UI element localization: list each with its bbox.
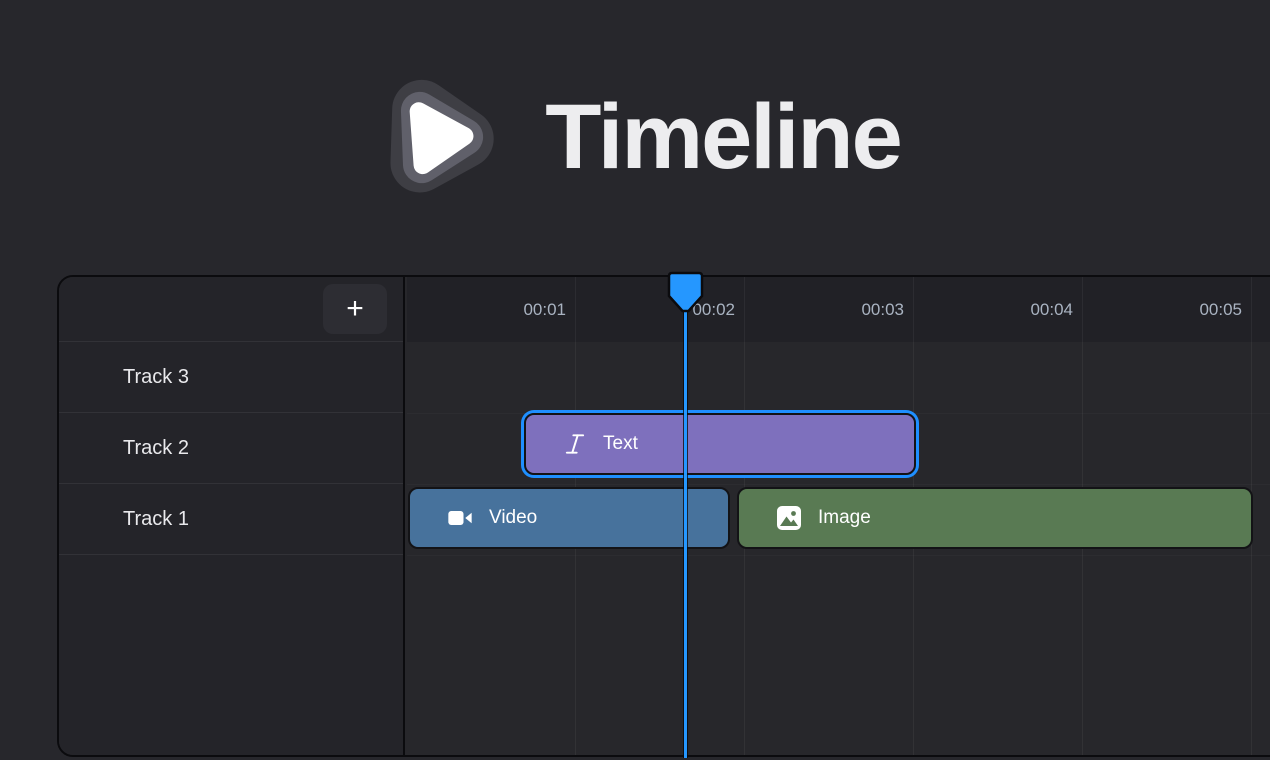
app-header: Timeline bbox=[0, 62, 1270, 212]
track-label: Track 2 bbox=[123, 437, 189, 460]
track-list: + Track 3 Track 2 Track 1 bbox=[59, 277, 405, 755]
track-row-3[interactable]: Track 3 bbox=[59, 342, 403, 413]
lane-divider bbox=[407, 484, 1270, 485]
timeline-track-area[interactable]: 00:01 00:02 00:03 00:04 00:05 Text bbox=[407, 277, 1270, 755]
add-track-button[interactable]: + bbox=[323, 284, 387, 334]
track-row-2[interactable]: Track 2 bbox=[59, 413, 403, 484]
timeline-panel: 00:01 00:02 00:03 00:04 00:05 Text bbox=[57, 275, 1270, 757]
clip-image[interactable]: Image bbox=[737, 487, 1253, 549]
ruler-tick-label: 00:02 bbox=[576, 277, 745, 342]
play-logo-icon bbox=[369, 66, 511, 208]
track-row-1[interactable]: Track 1 bbox=[59, 484, 403, 555]
clip-label: Image bbox=[818, 507, 871, 529]
clip-video[interactable]: Video bbox=[408, 487, 730, 549]
ruler-tick-label: 00:04 bbox=[914, 277, 1083, 342]
clip-label: Video bbox=[489, 507, 537, 529]
lane-divider bbox=[407, 555, 1270, 556]
track-list-header: + bbox=[59, 277, 403, 342]
text-italic-icon bbox=[562, 431, 588, 457]
time-ruler[interactable]: 00:01 00:02 00:03 00:04 00:05 bbox=[407, 277, 1270, 342]
ruler-tick-label: 00:03 bbox=[745, 277, 914, 342]
clip-label: Text bbox=[603, 433, 638, 455]
clip-text-selected[interactable]: Text bbox=[524, 413, 916, 475]
track-label: Track 1 bbox=[123, 508, 189, 531]
ruler-tick-label: 00:05 bbox=[1083, 277, 1252, 342]
playhead-line bbox=[684, 300, 687, 758]
page-title: Timeline bbox=[545, 91, 901, 183]
ruler-tick-label: 00:01 bbox=[407, 277, 576, 342]
image-icon bbox=[775, 504, 803, 532]
track-label: Track 3 bbox=[123, 366, 189, 389]
video-camera-icon bbox=[446, 504, 474, 532]
playhead-handle[interactable] bbox=[667, 271, 704, 317]
